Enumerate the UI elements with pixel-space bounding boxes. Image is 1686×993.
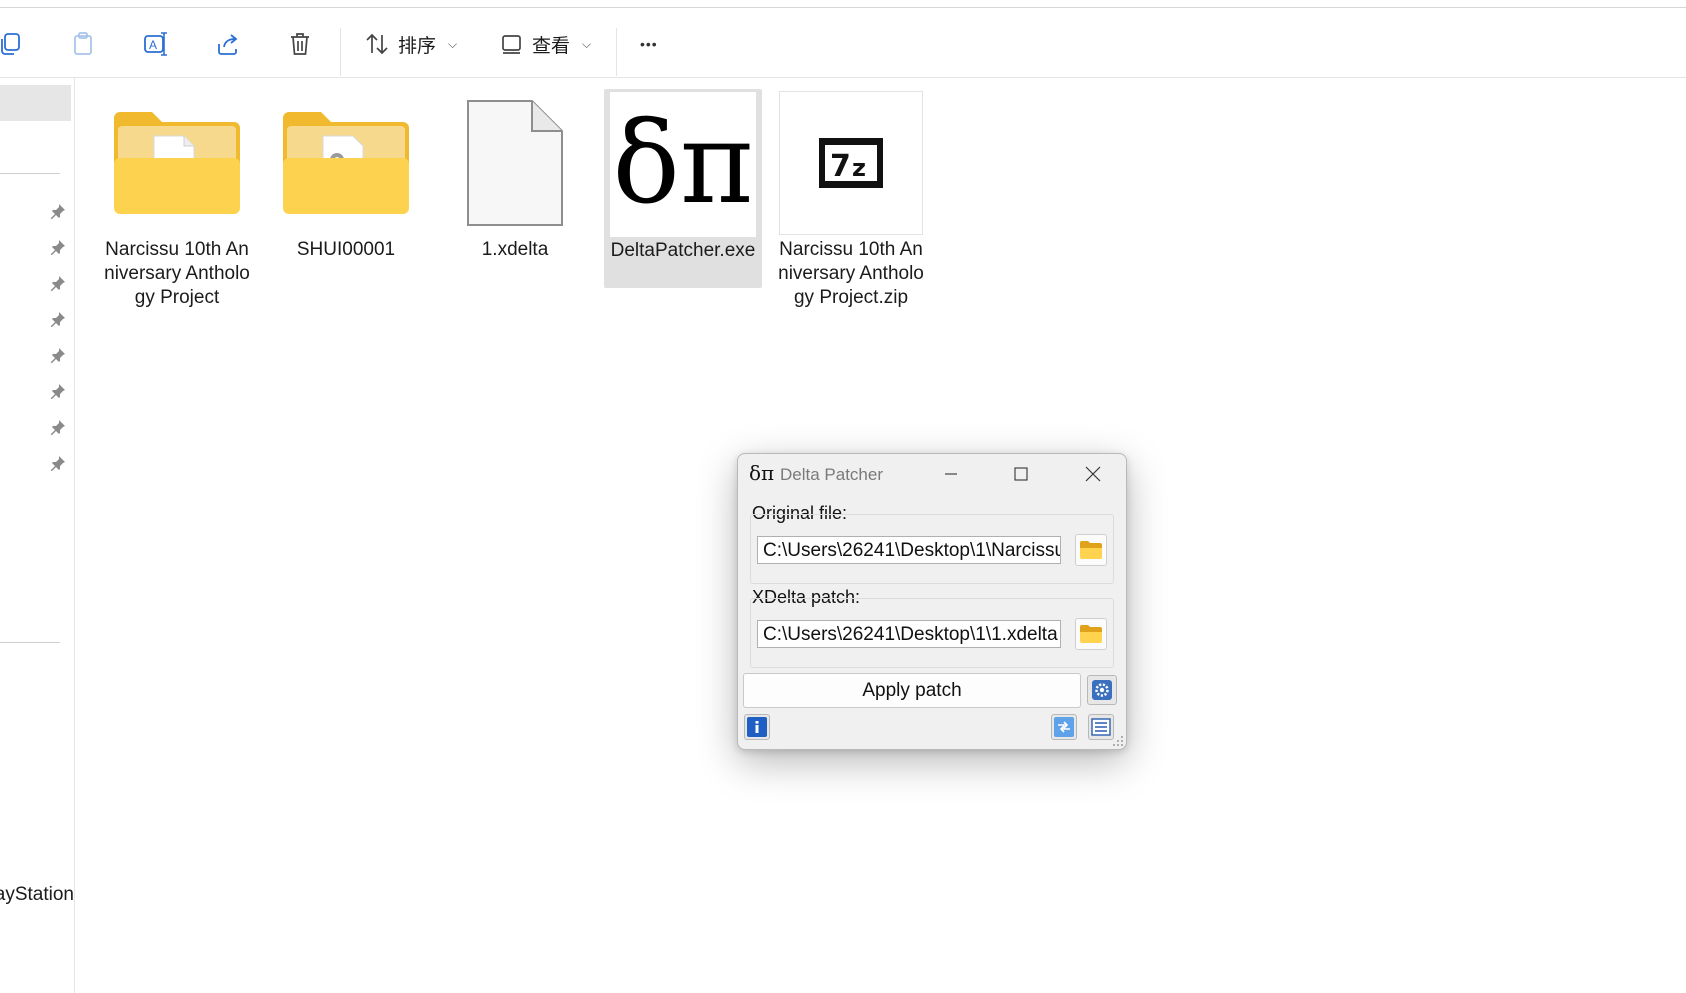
maximize-button[interactable] <box>1006 462 1036 486</box>
close-icon <box>1085 466 1101 482</box>
delta-patcher-window: δπ Delta Patcher Original file: C:\Users… <box>737 453 1127 750</box>
share-icon <box>218 34 238 55</box>
blank-file-icon <box>436 88 594 238</box>
file-name: SHUI00001 <box>296 239 396 260</box>
share-button[interactable] <box>215 26 241 62</box>
sort-button[interactable]: 排序 ⌵ <box>364 26 457 62</box>
nav-item-selected[interactable] <box>0 85 71 121</box>
copy-button[interactable] <box>0 26 24 62</box>
more-options-button[interactable]: ••• <box>640 26 658 62</box>
minimize-button[interactable] <box>936 462 966 486</box>
pin-icon[interactable] <box>50 419 66 435</box>
folder-document-icon <box>98 88 256 238</box>
window-title: Delta Patcher <box>780 465 883 484</box>
view-button[interactable]: 查看 ⌵ <box>500 26 591 62</box>
about-button[interactable] <box>744 714 770 740</box>
original-file-input[interactable]: C:\Users\26241\Desktop\1\Narcissu 10th A… <box>757 536 1061 564</box>
view-icon <box>502 35 521 54</box>
gear-icon <box>1092 680 1112 700</box>
pin-icon[interactable] <box>50 275 66 291</box>
folder-open-icon <box>1080 541 1102 559</box>
title-bar[interactable]: δπ Delta Patcher <box>738 454 1126 494</box>
file-name: DeltaPatcher.exe <box>610 240 756 261</box>
delete-button[interactable] <box>287 26 313 62</box>
toolbar-divider <box>0 77 1686 78</box>
list-icon <box>1091 718 1111 736</box>
nav-divider <box>0 173 60 174</box>
file-item-deltapatcher[interactable]: δπ DeltaPatcher.exe <box>604 89 762 288</box>
file-item-shui-folder[interactable]: SHUI00001 <box>267 88 425 262</box>
swap-icon <box>1054 717 1074 737</box>
nav-item-playstation[interactable]: PlayStation <box>0 884 74 906</box>
pin-icon[interactable] <box>50 455 66 471</box>
swap-mode-button[interactable] <box>1051 714 1077 740</box>
svg-text:z: z <box>852 154 866 182</box>
settings-button[interactable] <box>1087 675 1117 705</box>
trash-icon <box>291 33 309 55</box>
7z-icon: 7 z <box>772 88 930 238</box>
svg-text:7: 7 <box>830 149 851 184</box>
close-button[interactable] <box>1078 462 1108 486</box>
chevron-down-icon: ⌵ <box>582 36 592 51</box>
paste-icon <box>74 32 92 55</box>
pin-icon[interactable] <box>50 347 66 363</box>
file-name: 1.xdelta <box>481 239 549 260</box>
nav-divider <box>0 642 60 643</box>
folder-settings-icon <box>267 88 425 238</box>
file-item-zip[interactable]: 7 z Narcissu 10th Anniversary Anthology … <box>772 88 930 310</box>
file-name: Narcissu 10th Anniversary Anthology Proj… <box>778 239 924 308</box>
chevron-down-icon: ⌵ <box>448 36 458 51</box>
pin-icon[interactable] <box>50 311 66 327</box>
pin-icon[interactable] <box>50 239 66 255</box>
log-button[interactable] <box>1088 714 1114 740</box>
apply-patch-button[interactable]: Apply patch <box>743 673 1081 708</box>
sort-label: 排序 <box>398 34 437 57</box>
toolbar-separator <box>616 28 617 76</box>
paste-button[interactable] <box>70 26 96 62</box>
folder-open-icon <box>1080 625 1102 643</box>
more-icon: ••• <box>640 36 658 52</box>
copy-icon <box>1 33 20 55</box>
minimize-icon <box>945 473 957 475</box>
info-icon <box>747 717 767 737</box>
file-item-narcissu-folder[interactable]: Narcissu 10th Anniversary Anthology Proj… <box>98 88 256 310</box>
pin-icon[interactable] <box>50 383 66 399</box>
file-item-xdelta[interactable]: 1.xdelta <box>436 88 594 262</box>
sort-icon <box>366 33 388 55</box>
resize-grip-icon[interactable] <box>1112 735 1124 747</box>
command-bar: A 排序 ⌵ 查看 ⌵ ••• <box>0 8 1686 78</box>
file-name: Narcissu 10th Anniversary Anthology Proj… <box>104 239 250 308</box>
svg-text:A: A <box>149 38 157 52</box>
browse-original-button[interactable] <box>1075 534 1107 566</box>
view-label: 查看 <box>532 34 571 57</box>
app-icon: δπ <box>749 461 775 485</box>
rename-icon: A <box>144 32 167 56</box>
browse-patch-button[interactable] <box>1075 618 1107 650</box>
rename-button[interactable]: A <box>142 26 170 62</box>
pin-icon[interactable] <box>50 203 66 219</box>
maximize-icon <box>1014 467 1028 481</box>
toolbar-separator <box>340 28 341 76</box>
delta-pi-icon: δπ <box>604 89 762 239</box>
xdelta-patch-input[interactable]: C:\Users\26241\Desktop\1\1.xdelta <box>757 620 1061 648</box>
